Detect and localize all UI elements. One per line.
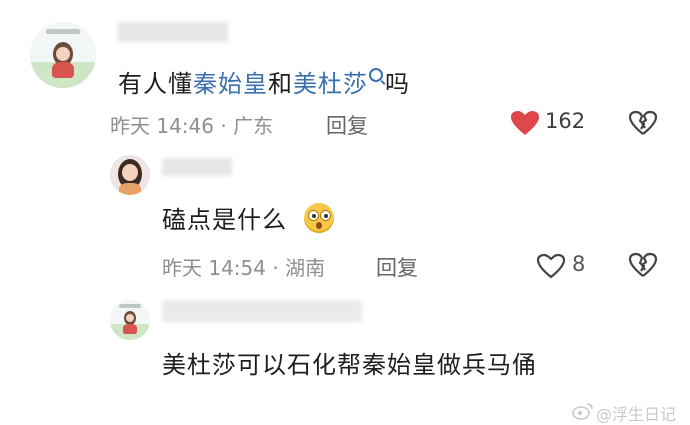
broken-heart-icon[interactable] — [628, 110, 658, 136]
comment-2-like-count: 8 — [572, 252, 586, 276]
search-mark-icon[interactable] — [369, 68, 383, 82]
comment-1-like-button[interactable]: 162 — [510, 108, 590, 138]
comment-1-meta: 昨天 14:46 · 广东 — [110, 114, 274, 138]
comment-2-text: 磕点是什么 — [162, 206, 287, 234]
comment-1-text-part: 吗 — [385, 70, 410, 98]
comment-3-text: 美杜莎可以石化帮秦始皇做兵马俑 — [162, 351, 537, 379]
search-link-qinshihuang[interactable]: 秦始皇 — [193, 70, 268, 98]
broken-heart-icon[interactable] — [628, 252, 658, 278]
avatar-commenter-1[interactable] — [30, 22, 96, 88]
weibo-logo-icon — [572, 403, 593, 420]
comment-1-text: 有人懂秦始皇和美杜莎吗 — [118, 64, 410, 99]
comment-1-like-count: 162 — [545, 109, 586, 133]
surprised-emoji-icon — [304, 203, 334, 233]
comment-1-text-part: 和 — [268, 70, 293, 98]
username-commenter-2[interactable] — [162, 158, 232, 176]
avatar-commenter-3[interactable] — [110, 300, 150, 340]
comment-1-reply-button[interactable]: 回复 — [326, 110, 368, 140]
username-commenter-3[interactable] — [162, 300, 362, 322]
comment-2-reply-button[interactable]: 回复 — [376, 252, 418, 282]
comment-1-text-part: 有人懂 — [118, 70, 193, 98]
comment-2-meta: 昨天 14:54 · 湖南 — [162, 256, 326, 280]
watermark: @浮生日记 — [572, 400, 688, 424]
search-link-medusa[interactable]: 美杜莎 — [293, 70, 368, 98]
watermark-text: @浮生日记 — [596, 405, 677, 424]
avatar-commenter-2[interactable] — [110, 155, 150, 195]
heart-outline-icon — [536, 253, 566, 279]
username-commenter-1[interactable] — [118, 22, 228, 42]
comment-2-like-button[interactable]: 8 — [536, 250, 596, 280]
heart-icon — [511, 111, 539, 135]
